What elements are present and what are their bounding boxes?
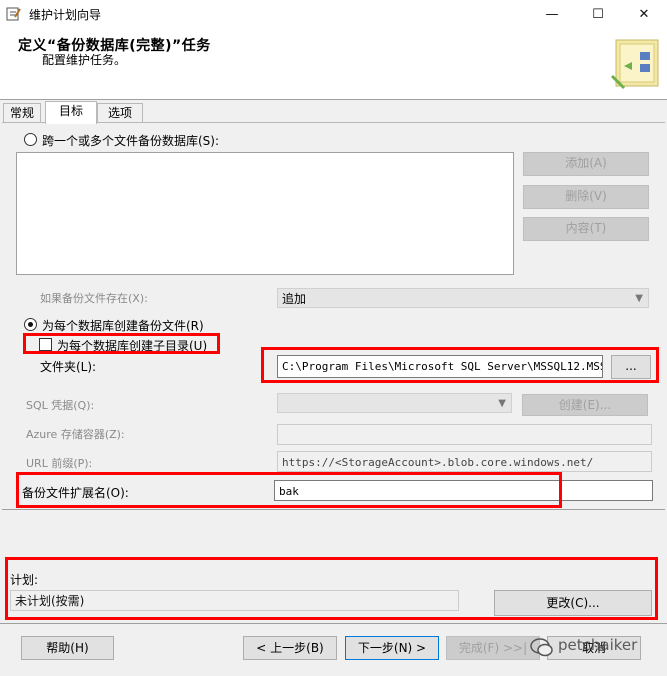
azure-container-input[interactable] — [277, 424, 652, 445]
wizard-banner-icon — [610, 36, 662, 94]
add-button[interactable]: 添加(A) — [523, 152, 649, 176]
folder-label: 文件夹(L): — [40, 360, 97, 374]
chevron-down-icon: ▼ — [498, 398, 506, 409]
window-title: 维护计划向导 — [29, 8, 102, 22]
backup-files-list[interactable] — [16, 152, 514, 275]
span-files-radio[interactable] — [24, 133, 37, 146]
highlight-folder — [261, 347, 659, 383]
close-button[interactable]: ✕ — [621, 0, 667, 28]
if-exists-label: 如果备份文件存在(X): — [40, 292, 148, 305]
url-prefix-input[interactable]: https://<StorageAccount>.blob.core.windo… — [277, 451, 652, 472]
sql-credential-select[interactable]: ▼ — [277, 393, 512, 413]
next-button[interactable]: 下一步(N) > — [345, 636, 439, 660]
highlight-subdirectory — [23, 333, 220, 354]
tab-options[interactable]: 选项 — [97, 103, 143, 123]
watermark-text: petchaiker — [558, 636, 638, 654]
create-credential-button[interactable]: 创建(E)... — [522, 394, 648, 416]
page-subtitle: 配置维护任务。 — [42, 53, 127, 67]
wechat-icon — [530, 636, 554, 658]
remove-button[interactable]: 删除(V) — [523, 185, 649, 209]
divider — [2, 509, 665, 510]
span-files-label: 跨一个或多个文件备份数据库(S): — [42, 134, 220, 148]
if-exists-select[interactable]: 追加 ▼ — [277, 288, 649, 308]
highlight-extension — [16, 472, 562, 508]
back-button[interactable]: < 上一步(B) — [243, 636, 337, 660]
if-exists-value: 追加 — [282, 292, 307, 306]
tab-destination[interactable]: 目标 — [45, 101, 97, 124]
chevron-down-icon: ▼ — [635, 293, 643, 304]
highlight-schedule — [5, 557, 658, 620]
wizard-app-icon — [6, 6, 22, 22]
footer-divider — [0, 623, 667, 624]
help-button[interactable]: 帮助(H) — [21, 636, 114, 660]
per-database-label: 为每个数据库创建备份文件(R) — [42, 319, 204, 333]
azure-container-label: Azure 存储容器(Z): — [26, 428, 125, 441]
maximize-button[interactable]: ☐ — [575, 0, 621, 28]
url-prefix-label: URL 前缀(P): — [26, 457, 93, 470]
sql-credential-label: SQL 凭据(Q): — [26, 399, 95, 412]
finish-button[interactable]: 完成(F) >>| — [446, 636, 540, 660]
per-database-radio[interactable] — [24, 318, 37, 331]
minimize-button[interactable]: — — [529, 0, 575, 28]
contents-button[interactable]: 内容(T) — [523, 217, 649, 241]
tab-general[interactable]: 常规 — [3, 103, 41, 123]
